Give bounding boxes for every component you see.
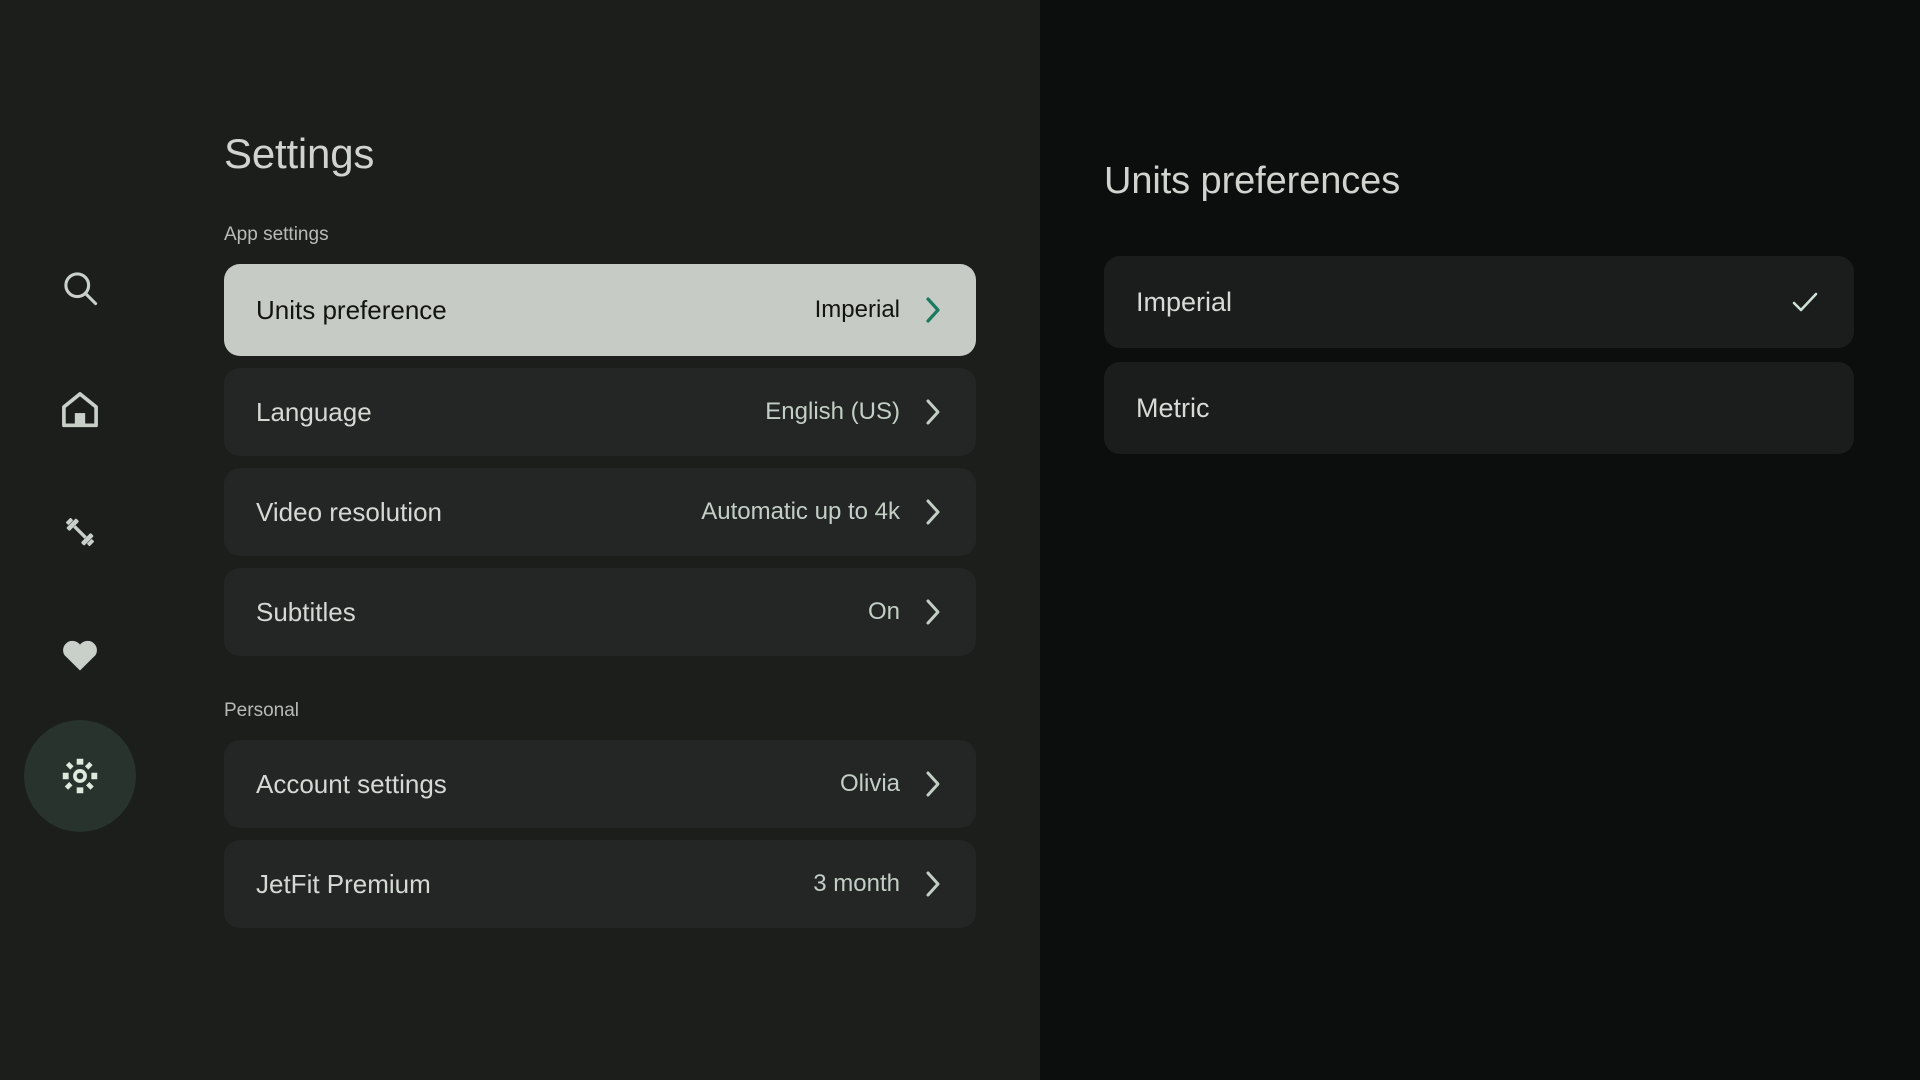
- setting-row-value: Automatic up to 4k: [701, 498, 900, 525]
- settings-screen: Settings App settings Units preference I…: [0, 0, 1920, 1080]
- units-option-imperial[interactable]: Imperial: [1104, 256, 1854, 348]
- setting-row-value: 3 month: [813, 870, 900, 897]
- setting-row-label: Video resolution: [256, 496, 442, 527]
- chevron-right-icon: [922, 395, 944, 429]
- home-icon: [57, 387, 103, 433]
- units-preferences-panel: Units preferences Imperial Metric: [1040, 0, 1920, 1080]
- gear-icon: [58, 754, 102, 798]
- setting-row-label: Units preference: [256, 294, 447, 325]
- setting-row-account-settings[interactable]: Account settings Olivia: [224, 740, 976, 828]
- units-preferences-inner: Units preferences Imperial Metric: [1104, 0, 1920, 468]
- setting-row-units-preference[interactable]: Units preference Imperial: [224, 264, 976, 356]
- check-icon-placeholder: [1788, 391, 1822, 425]
- setting-row-language[interactable]: Language English (US): [224, 368, 976, 456]
- check-icon: [1788, 285, 1822, 319]
- settings-left-panel: Settings App settings Units preference I…: [0, 0, 1040, 1080]
- setting-row-jetfit-premium[interactable]: JetFit Premium 3 month: [224, 840, 976, 928]
- units-preferences-title: Units preferences: [1104, 160, 1401, 202]
- chevron-right-icon: [922, 867, 944, 901]
- setting-row-value: English (US): [765, 398, 900, 425]
- sidebar-item-home[interactable]: [24, 354, 136, 466]
- sidebar-item-favorites[interactable]: [24, 598, 136, 710]
- units-option-label: Metric: [1136, 392, 1210, 423]
- units-option-metric[interactable]: Metric: [1104, 362, 1854, 454]
- setting-row-value: On: [867, 598, 900, 625]
- chevron-right-icon: [922, 293, 944, 327]
- setting-row-subtitles[interactable]: Subtitles On: [224, 568, 976, 656]
- chevron-right-icon: [922, 595, 944, 629]
- setting-row-label: Language: [256, 396, 372, 427]
- setting-row-label: JetFit Premium: [256, 868, 431, 899]
- units-option-label: Imperial: [1136, 286, 1233, 317]
- section-label-app-settings: App settings: [224, 224, 329, 245]
- sidebar-item-workouts[interactable]: [24, 476, 136, 588]
- setting-row-label: Subtitles: [256, 596, 356, 627]
- sidebar-nav-rail: [0, 0, 160, 1080]
- setting-row-value: Olivia: [839, 770, 900, 797]
- page-title: Settings: [224, 130, 375, 177]
- section-label-personal: Personal: [224, 700, 299, 721]
- setting-row-value: Imperial: [814, 296, 900, 323]
- dumbbell-icon: [57, 509, 103, 555]
- setting-row-video-resolution[interactable]: Video resolution Automatic up to 4k: [224, 468, 976, 556]
- heart-icon: [57, 631, 103, 677]
- sidebar-item-search[interactable]: [24, 232, 136, 344]
- search-icon: [58, 266, 102, 310]
- units-options-list: Imperial Metric: [1104, 256, 1920, 454]
- chevron-right-icon: [922, 495, 944, 529]
- chevron-right-icon: [922, 767, 944, 801]
- sidebar-item-settings[interactable]: [24, 720, 136, 832]
- setting-row-label: Account settings: [256, 768, 447, 799]
- settings-content: Settings App settings Units preference I…: [224, 0, 1040, 1080]
